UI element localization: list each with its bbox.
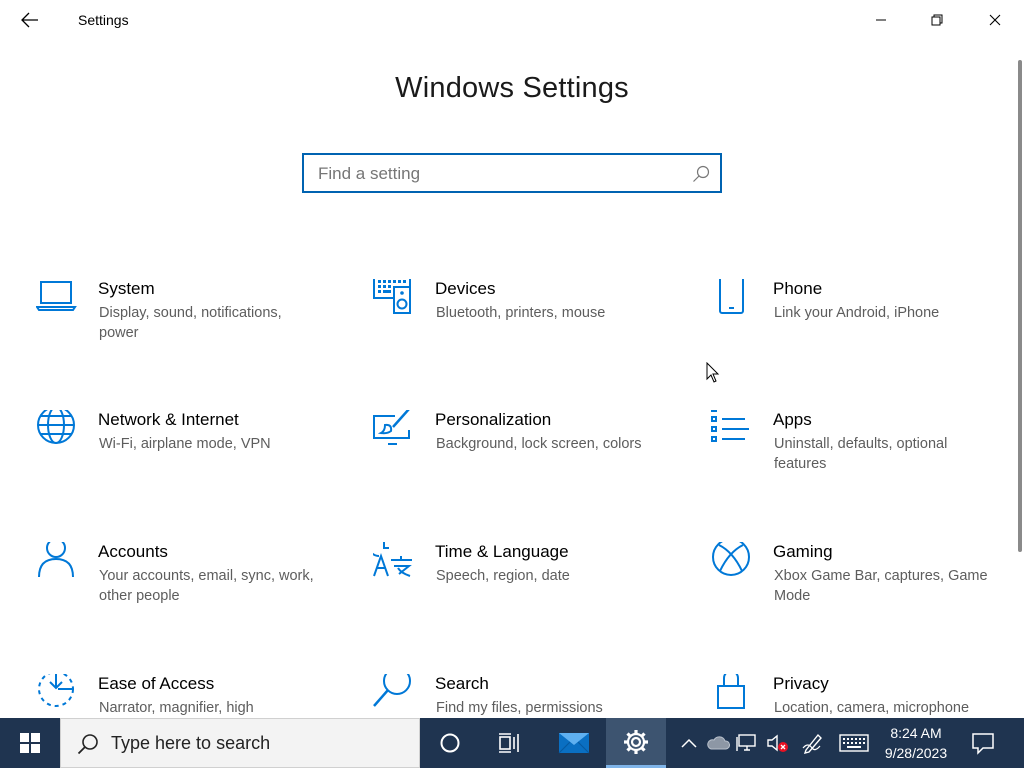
magnifier-icon xyxy=(373,667,417,718)
tile-description: Xbox Game Bar, captures, Game Mode xyxy=(774,568,988,604)
window-title: Settings xyxy=(78,12,129,28)
scrollbar[interactable] xyxy=(1016,58,1024,718)
taskbar-search-icon xyxy=(77,733,99,755)
tile-personalization[interactable]: Personalization Background, lock screen,… xyxy=(373,408,673,500)
minimize-icon[interactable] xyxy=(858,0,904,40)
tile-name: Personalization xyxy=(435,410,552,429)
tile-name: Gaming xyxy=(773,542,833,561)
tile-description: Uninstall, defaults, optional features xyxy=(774,436,948,472)
tile-time-language[interactable]: Time & Language Speech, region, date xyxy=(367,533,673,632)
tile-description: Your accounts, email, sync, work, other … xyxy=(99,568,314,604)
tile-name: Search xyxy=(435,674,489,693)
tile-phone[interactable]: Phone Link your Android, iPhone xyxy=(711,275,1011,369)
time-language-icon xyxy=(367,533,417,586)
close-icon[interactable] xyxy=(972,0,1018,40)
lock-icon xyxy=(711,670,755,718)
tile-apps[interactable]: Apps Uninstall, defaults, optional featu… xyxy=(711,406,1011,500)
person-icon xyxy=(36,538,80,586)
apps-list-icon xyxy=(711,406,755,454)
onedrive-icon[interactable] xyxy=(706,731,730,755)
cortana-icon[interactable] xyxy=(425,718,475,768)
clock-time: 8:24 AM xyxy=(890,725,942,741)
taskbar-clock[interactable]: 8:24 AM 9/28/2023 xyxy=(876,723,956,763)
tile-gaming[interactable]: Gaming Xbox Game Bar, captures, Game Mod… xyxy=(711,538,1011,632)
taskbar-search-box[interactable]: Type here to search xyxy=(60,718,420,768)
tile-description: Link your Android, iPhone xyxy=(774,305,940,321)
search-input[interactable] xyxy=(318,162,678,186)
phone-icon xyxy=(711,275,755,323)
tile-description: Speech, region, date xyxy=(436,568,570,584)
tile-network[interactable]: Network & Internet Wi-Fi, airplane mode,… xyxy=(36,406,336,500)
windows-start-icon[interactable] xyxy=(0,718,60,768)
keyboard-speaker-icon xyxy=(373,275,417,323)
mail-icon[interactable] xyxy=(549,718,599,768)
tile-system[interactable]: System Display, sound, notifications, po… xyxy=(35,279,336,369)
laptop-icon xyxy=(35,279,80,323)
tile-accounts[interactable]: Accounts Your accounts, email, sync, wor… xyxy=(36,538,336,632)
taskbar-search-text: Type here to search xyxy=(111,733,271,753)
scroll-thumb[interactable] xyxy=(1018,60,1022,552)
tile-name: Accounts xyxy=(98,542,168,561)
maximize-icon[interactable] xyxy=(914,0,960,40)
xbox-icon xyxy=(711,538,755,586)
touch-keyboard-icon[interactable] xyxy=(838,731,870,755)
tile-name: Time & Language xyxy=(435,542,569,561)
ease-of-access-icon xyxy=(36,668,80,718)
tile-description: Narrator, magnifier, high xyxy=(99,700,254,716)
search-box[interactable] xyxy=(302,153,722,193)
tile-name: Phone xyxy=(773,279,823,298)
clock-date: 9/28/2023 xyxy=(884,745,948,761)
pen-icon[interactable] xyxy=(802,731,826,755)
tile-name: Network & Internet xyxy=(98,410,239,429)
network-icon[interactable] xyxy=(736,731,760,755)
tile-name: Ease of Access xyxy=(98,674,215,693)
task-view-icon[interactable] xyxy=(485,718,535,768)
tile-devices[interactable]: Devices Bluetooth, printers, mouse xyxy=(373,275,673,369)
tile-name: Privacy xyxy=(773,674,829,693)
tile-name: Devices xyxy=(435,279,496,298)
globe-icon xyxy=(36,406,80,454)
tile-name: System xyxy=(98,279,155,298)
title-bar: Settings xyxy=(0,0,1024,40)
tile-name: Apps xyxy=(773,410,812,429)
chevron-up-icon[interactable] xyxy=(677,731,701,755)
tile-description: Background, lock screen, colors xyxy=(436,436,642,452)
tile-description: Display, sound, notifications, power xyxy=(99,305,282,341)
tile-description: Wi-Fi, airplane mode, VPN xyxy=(99,436,271,452)
page-title: Windows Settings xyxy=(395,72,629,104)
taskbar: Type here to search 8:24 AM 9/28/2023 xyxy=(0,718,1024,768)
settings-gear-icon[interactable] xyxy=(606,718,666,768)
search-icon[interactable] xyxy=(692,165,710,183)
notification-icon[interactable] xyxy=(970,730,996,756)
volume-muted-icon[interactable] xyxy=(766,731,790,755)
paintbrush-icon xyxy=(373,408,417,454)
mouse-cursor-icon xyxy=(706,361,720,384)
tile-description: Bluetooth, printers, mouse xyxy=(436,305,606,321)
back-arrow-icon[interactable] xyxy=(14,6,46,34)
tile-description: Location, camera, microphone xyxy=(774,700,970,716)
tile-description: Find my files, permissions xyxy=(436,700,603,716)
